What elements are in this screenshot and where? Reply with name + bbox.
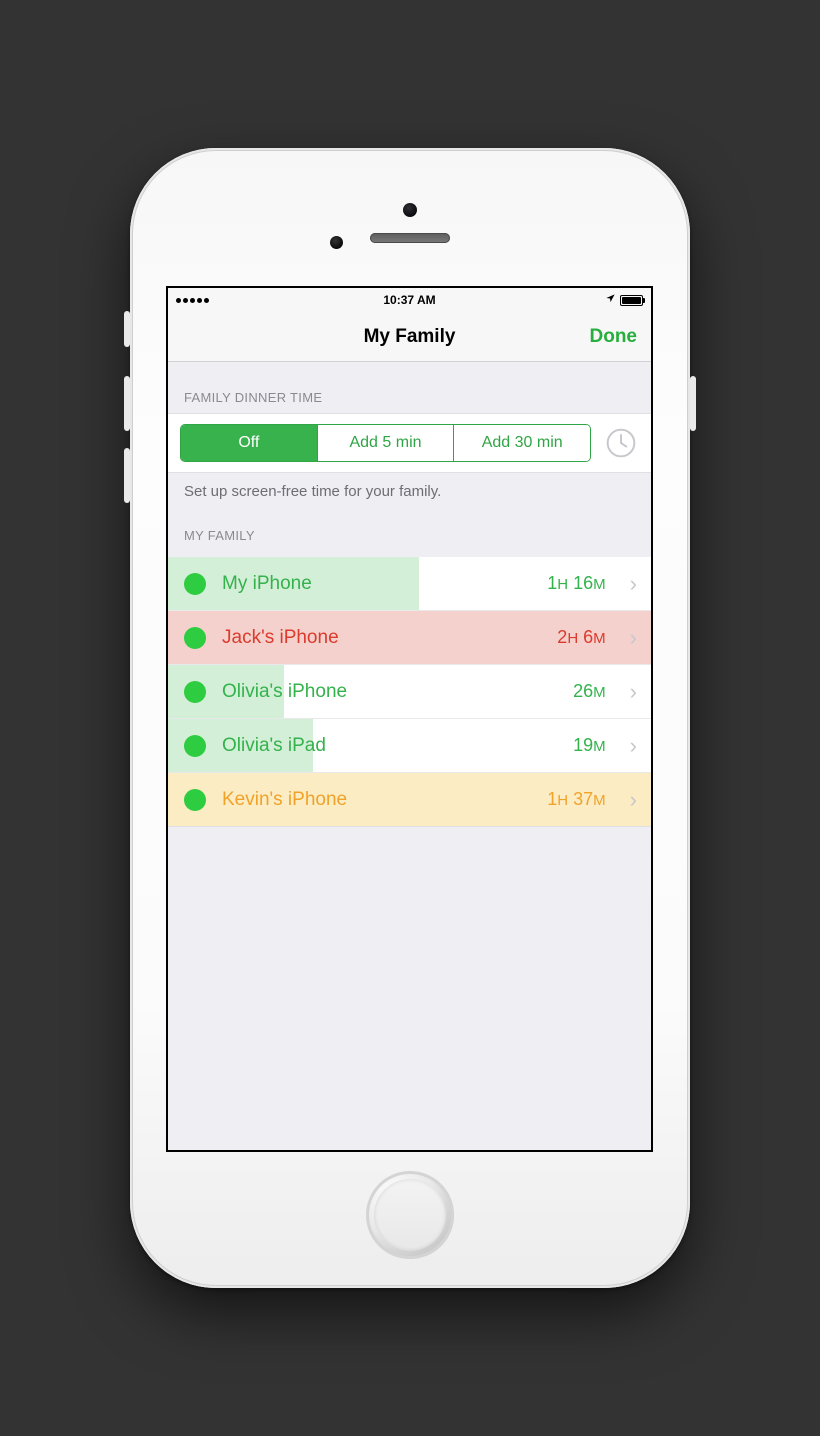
status-bar: 10:37 AM: [168, 288, 651, 312]
silent-switch: [124, 311, 130, 347]
iphone-device-frame: 10:37 AM My Family Done FAMILY DINNER TI…: [130, 148, 690, 1288]
device-name: My iPhone: [222, 573, 531, 595]
dinner-footer-note: Set up screen-free time for your family.: [168, 473, 651, 500]
device-usage-time: 1H 37M: [547, 789, 605, 810]
power-button: [690, 376, 696, 431]
proximity-sensor: [330, 236, 343, 249]
device-list: My iPhone1H 16M›Jack's iPhone2H 6M›Olivi…: [168, 557, 651, 827]
front-camera: [403, 203, 417, 217]
dinner-option-1[interactable]: Add 5 min: [317, 425, 454, 461]
dinner-option-0[interactable]: Off: [181, 425, 317, 461]
device-name: Olivia's iPad: [222, 735, 557, 757]
chevron-right-icon: ›: [622, 625, 637, 651]
device-name: Olivia's iPhone: [222, 681, 557, 703]
home-button[interactable]: [366, 1171, 454, 1259]
location-icon: [605, 293, 616, 307]
done-button[interactable]: Done: [590, 326, 638, 348]
status-dot-icon: [184, 789, 206, 811]
content-scroll[interactable]: FAMILY DINNER TIME OffAdd 5 minAdd 30 mi…: [168, 362, 651, 1150]
status-dot-icon: [184, 573, 206, 595]
dinner-time-segmented[interactable]: OffAdd 5 minAdd 30 min: [180, 424, 591, 462]
device-usage-time: 19M: [573, 735, 606, 756]
section-header-dinner: FAMILY DINNER TIME: [168, 362, 651, 413]
volume-down-button: [124, 448, 130, 503]
device-row[interactable]: Kevin's iPhone 1H 37M ›: [168, 773, 651, 827]
page-title: My Family: [364, 326, 456, 348]
schedule-button[interactable]: [603, 425, 639, 461]
status-dot-icon: [184, 735, 206, 757]
device-usage-time: 26M: [573, 681, 606, 702]
status-time: 10:37 AM: [383, 293, 435, 307]
dinner-option-2[interactable]: Add 30 min: [453, 425, 590, 461]
chevron-right-icon: ›: [622, 571, 637, 597]
clock-icon: [605, 427, 637, 459]
device-row[interactable]: Olivia's iPad 19M ›: [168, 719, 651, 773]
device-usage-time: 1H 16M: [547, 573, 605, 594]
device-row[interactable]: Jack's iPhone 2H 6M ›: [168, 611, 651, 665]
signal-strength-icon: [176, 298, 209, 303]
section-header-family: MY FAMILY: [168, 500, 651, 551]
device-usage-time: 2H 6M: [557, 627, 605, 648]
dinner-time-row: OffAdd 5 minAdd 30 min: [168, 413, 651, 473]
device-row[interactable]: My iPhone 1H 16M ›: [168, 557, 651, 611]
screen: 10:37 AM My Family Done FAMILY DINNER TI…: [166, 286, 653, 1152]
chevron-right-icon: ›: [622, 679, 637, 705]
device-row[interactable]: Olivia's iPhone 26M ›: [168, 665, 651, 719]
volume-up-button: [124, 376, 130, 431]
earpiece-speaker: [370, 233, 450, 243]
device-name: Kevin's iPhone: [222, 789, 531, 811]
chevron-right-icon: ›: [622, 733, 637, 759]
status-dot-icon: [184, 681, 206, 703]
device-name: Jack's iPhone: [222, 627, 541, 649]
battery-icon: [620, 295, 643, 306]
navigation-bar: My Family Done: [168, 312, 651, 362]
chevron-right-icon: ›: [622, 787, 637, 813]
status-dot-icon: [184, 627, 206, 649]
